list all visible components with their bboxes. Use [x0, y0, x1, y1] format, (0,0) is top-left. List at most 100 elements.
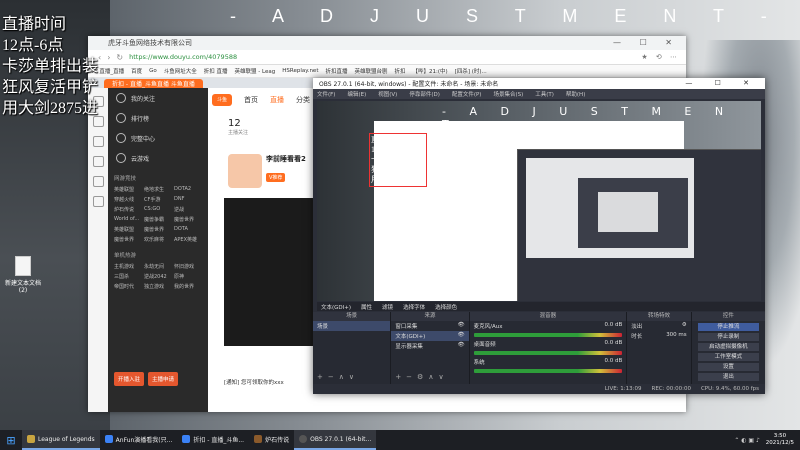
game-link[interactable]: 独立游戏 [144, 283, 172, 290]
taskbar-item[interactable]: 炉石传说 [249, 430, 294, 450]
volume-meter[interactable] [473, 369, 623, 373]
properties-button[interactable]: 属性 [361, 303, 372, 311]
anchor-apply-button[interactable]: 主播申请 [148, 372, 179, 386]
menu-item[interactable]: 帮助(H) [566, 90, 585, 98]
tray-icons[interactable]: ⌃ ◐ ▣ ♪ [734, 437, 759, 444]
virtual-camera-button[interactable]: 启动虚拟摄像机 [697, 343, 760, 351]
scene-item[interactable]: 场景 [313, 321, 391, 331]
douyu-logo[interactable]: 斗鱼 [212, 94, 232, 106]
eye-lock-icon[interactable]: 👁 [458, 332, 465, 340]
bookmark-item[interactable]: 折扣直播 [325, 67, 347, 75]
game-link[interactable]: 英雄联盟 [114, 226, 142, 233]
menu-item[interactable]: 停靠部件(D) [409, 90, 440, 98]
refresh-icon[interactable]: ↻ [116, 53, 123, 62]
game-link[interactable]: 魔兽世界 [174, 216, 202, 223]
exit-button[interactable]: 退出 [697, 373, 760, 381]
sidebar-item-cloud[interactable]: 云游戏 [108, 148, 208, 168]
menu-item[interactable]: 场景集合(S) [493, 90, 523, 98]
game-link[interactable]: CS:GO [144, 206, 172, 213]
volume-meter[interactable] [473, 333, 623, 337]
rail-icon[interactable] [92, 136, 104, 147]
streamer-card[interactable]: 李前睡看看2 V推荐 [228, 154, 318, 190]
game-link[interactable]: 穿越火线 [114, 196, 142, 203]
desktop-file-icon[interactable]: 新建文本文档(2) [5, 256, 41, 294]
game-link[interactable]: 我的世界 [174, 283, 202, 290]
nav-live[interactable]: 直播 [270, 95, 284, 105]
rail-icon[interactable] [92, 196, 104, 207]
source-item[interactable]: 显示器采集 👁 [391, 341, 468, 351]
bookmark-item[interactable]: HSReplay.net [282, 68, 318, 74]
game-link[interactable]: 炉石传说 [114, 206, 142, 213]
video-player[interactable] [224, 198, 324, 346]
window-controls[interactable]: — ☐ ✕ [685, 79, 759, 87]
bookmark-item[interactable]: 英雄联盟台剧 [355, 67, 388, 75]
game-link[interactable]: 魔兽争霸 [144, 216, 172, 223]
game-link[interactable]: CF手游 [144, 196, 172, 203]
game-link[interactable]: World of... [114, 216, 142, 223]
bookmark-item[interactable]: 折扣 直播 [204, 67, 228, 75]
menu-item[interactable]: 编辑(E) [347, 90, 366, 98]
start-broadcast-button[interactable]: 开播入驻 [114, 372, 145, 386]
volume-meter[interactable] [473, 351, 623, 355]
eye-lock-icon[interactable]: 👁 [458, 342, 465, 350]
transition-select[interactable]: 淡出 ⚙ [627, 321, 690, 331]
browser-toolbar-icons[interactable]: ★ ⟲ ⋯ [641, 53, 680, 61]
sidebar-item-center[interactable]: 完整中心 [108, 128, 208, 148]
menu-item[interactable]: 工具(T) [535, 90, 554, 98]
bookmark-item[interactable]: 英雄联盟 - Leag [235, 67, 276, 75]
game-link[interactable]: 三国杀 [114, 273, 142, 280]
game-link[interactable]: 逆战 [174, 206, 202, 213]
gear-icon[interactable]: ⚙ [682, 322, 687, 330]
browser-address-bar[interactable]: ‹ › ↻ https://www.douyu.com/4079588 ★ ⟲ … [88, 50, 686, 65]
sidebar-item-rank[interactable]: 排行榜 [108, 108, 208, 128]
rail-icon[interactable] [92, 156, 104, 167]
scene-controls[interactable]: +−∧∨ [317, 373, 359, 381]
game-link[interactable]: 原神 [174, 273, 202, 280]
game-link[interactable]: 绝地求生 [144, 186, 172, 193]
stop-streaming-button[interactable]: 停止推流 [697, 323, 760, 331]
forward-icon[interactable]: › [107, 53, 110, 62]
back-icon[interactable]: ‹ [98, 53, 101, 62]
game-link[interactable]: 魔兽世界 [114, 236, 142, 243]
source-controls[interactable]: +−⚙∧∨ [395, 373, 448, 381]
game-link[interactable]: APEX英雄 [174, 236, 202, 243]
game-link[interactable]: DOTA [174, 226, 202, 233]
url-text[interactable]: https://www.douyu.com/4079588 [129, 53, 237, 61]
source-item[interactable]: 文本(GDI+) 👁 [391, 331, 469, 341]
bookmark-item[interactable]: 斗鱼网址大全 [164, 67, 197, 75]
game-link[interactable]: 永劫无间 [144, 263, 172, 270]
taskbar-item[interactable]: 折扣 - 直播_斗鱼... [177, 430, 249, 450]
select-font-button[interactable]: 选择字体 [403, 303, 425, 311]
taskbar-item[interactable]: League of Legends [22, 430, 100, 450]
eye-lock-icon[interactable]: 👁 [458, 322, 465, 330]
windows-start-icon[interactable]: ⊞ [0, 434, 22, 447]
menu-item[interactable]: 视图(V) [378, 90, 397, 98]
sidebar-item-follow[interactable]: 我的关注 [108, 88, 208, 108]
stop-recording-button[interactable]: 停止录制 [697, 333, 760, 341]
bookmark-item[interactable]: 折扣 [395, 67, 406, 75]
game-link[interactable]: 帝国时代 [114, 283, 142, 290]
menu-item[interactable]: 配置文件(P) [452, 90, 482, 98]
source-selection-box[interactable] [369, 133, 427, 187]
studio-mode-button[interactable]: 工作室模式 [697, 353, 760, 361]
nav-home[interactable]: 首页 [244, 95, 258, 105]
rail-icon[interactable] [92, 176, 104, 187]
window-controls[interactable]: — ☐ ✕ [613, 38, 680, 47]
select-color-button[interactable]: 选择颜色 [435, 303, 457, 311]
bookmark-item[interactable]: 百度 [131, 67, 142, 75]
taskbar-item[interactable]: AnFun演播看我(只... [100, 430, 178, 450]
bookmark-item[interactable]: Go [149, 68, 157, 74]
game-link[interactable]: DNF [174, 196, 202, 203]
game-link[interactable]: DOTA2 [174, 186, 202, 193]
obs-preview[interactable]: - A D J U S T M E N T - 直播时间 12点-6点 卡莎单排… [317, 101, 761, 301]
settings-button[interactable]: 设置 [697, 363, 760, 371]
menu-item[interactable]: 文件(F) [317, 90, 335, 98]
clock[interactable]: 3:50 2021/12/5 [766, 433, 794, 447]
transition-duration[interactable]: 时长 300 ms [627, 331, 690, 341]
bookmark-item[interactable]: 【哔】21:(中) [413, 67, 448, 75]
bookmark-item[interactable]: [四杀] (时)... [455, 67, 487, 75]
source-item[interactable]: 窗口采集 👁 [391, 321, 468, 331]
game-link[interactable]: 怀旧游戏 [174, 263, 202, 270]
nav-category[interactable]: 分类 [296, 95, 310, 105]
game-link[interactable]: 欢乐麻将 [144, 236, 172, 243]
